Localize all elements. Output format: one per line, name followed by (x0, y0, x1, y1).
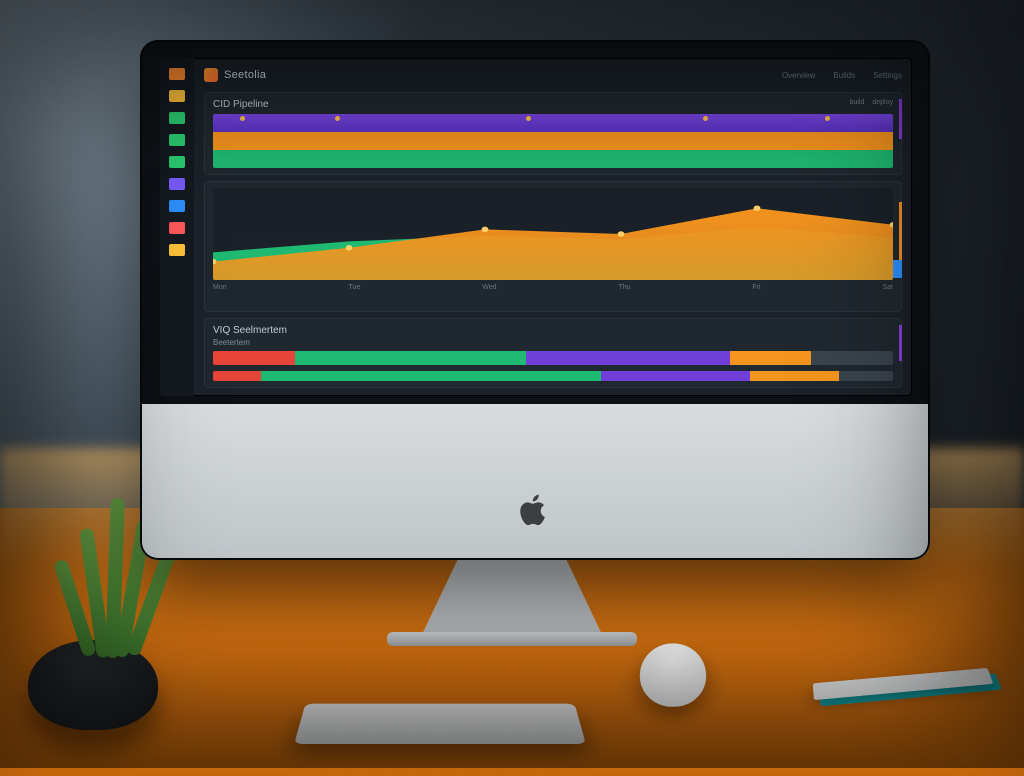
panel-meta: build deploy (850, 99, 893, 106)
sidebar-item[interactable] (169, 222, 185, 234)
seg-grey (839, 371, 893, 381)
brand-mark-icon (204, 68, 218, 82)
seg-purple (526, 351, 730, 365)
band-purple (213, 114, 893, 132)
seg-green (261, 371, 601, 381)
seg-green (295, 351, 526, 365)
imac-foot (387, 632, 637, 646)
dashboard-screen: Seetolia Overview Builds Settings CID Pi… (160, 58, 912, 396)
panel-subtitle: Beetertem (213, 338, 893, 347)
apple-logo-icon (520, 492, 550, 528)
seg-red (213, 371, 261, 381)
seg-grey (811, 351, 893, 365)
x-tick: Fri (752, 284, 760, 291)
chart-area[interactable] (213, 188, 893, 280)
x-tick: Sat (882, 284, 893, 291)
panel-marker-icon (899, 99, 902, 139)
sidebar-item[interactable] (169, 112, 185, 124)
x-tick: Wed (482, 284, 496, 291)
meta-label: build (850, 99, 865, 106)
band-green (213, 150, 893, 168)
panel-title: VIQ Seelmertem (213, 325, 893, 336)
chart-segment-bar-2[interactable] (213, 371, 893, 381)
dashboard-main: Seetolia Overview Builds Settings CID Pi… (194, 58, 912, 396)
plant-pot (28, 640, 158, 730)
seg-purple (601, 371, 751, 381)
panel-segments: VIQ Seelmertem Beetertem (204, 318, 902, 388)
chart-stacked-band[interactable] (213, 114, 893, 168)
top-links: Overview Builds Settings (782, 71, 902, 80)
seg-orange (730, 351, 812, 365)
nav-link[interactable]: Builds (833, 71, 855, 80)
seg-orange (750, 371, 838, 381)
x-tick: Mon (213, 284, 227, 291)
brand[interactable]: Seetolia (204, 68, 266, 82)
sidebar-item[interactable] (169, 90, 185, 102)
sidebar-item[interactable] (169, 134, 185, 146)
band-orange (213, 132, 893, 150)
topbar: Seetolia Overview Builds Settings (204, 64, 902, 86)
sidebar (160, 58, 194, 396)
x-tick: Tue (349, 284, 361, 291)
sidebar-item[interactable] (169, 156, 185, 168)
meta-label: deploy (872, 99, 893, 106)
panel-title: CID Pipeline (213, 99, 893, 110)
panel-area-chart: avg p95 (204, 181, 902, 312)
brand-name: Seetolia (224, 69, 266, 81)
x-tick: Thu (618, 284, 630, 291)
panel-marker-icon (899, 325, 902, 361)
sidebar-item[interactable] (169, 178, 185, 190)
sidebar-item[interactable] (169, 200, 185, 212)
chart-segment-bar[interactable] (213, 351, 893, 365)
nav-link[interactable]: Settings (873, 71, 902, 80)
keyboard (294, 704, 586, 744)
seg-red (213, 351, 295, 365)
sidebar-item[interactable] (169, 68, 185, 80)
panel-pipeline: CID Pipeline build deploy (204, 92, 902, 175)
sidebar-item[interactable] (169, 244, 185, 256)
chart-x-axis: Mon Tue Wed Thu Fri Sat (213, 284, 893, 291)
nav-link[interactable]: Overview (782, 71, 815, 80)
